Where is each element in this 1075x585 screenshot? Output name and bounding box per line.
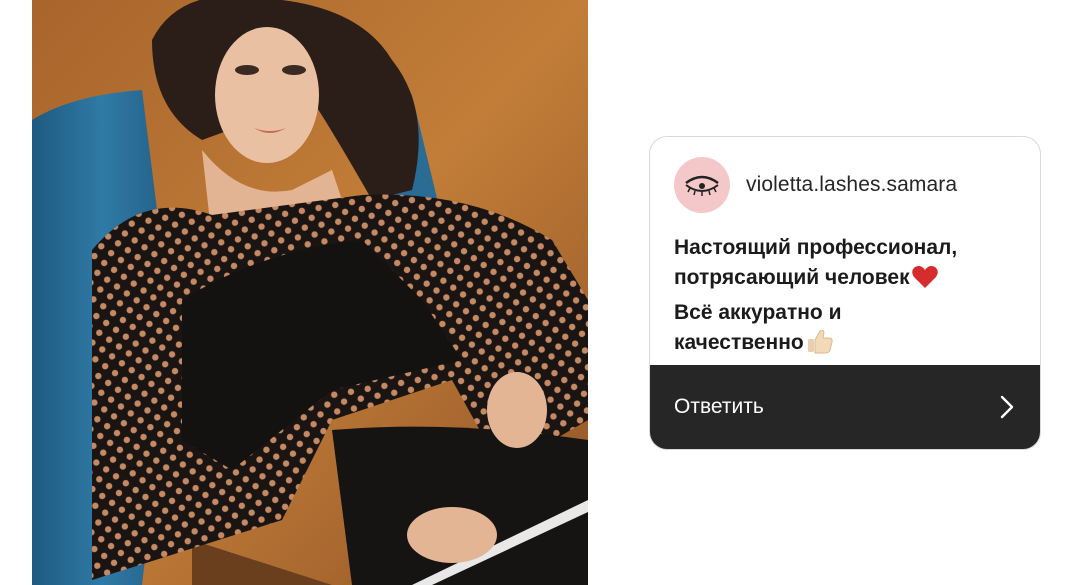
message-line: Всё аккуратно и	[674, 301, 842, 324]
red-heart-emoji-icon	[911, 265, 938, 298]
message-line-with-heart: потрясающий человек	[674, 263, 1024, 298]
story-reply-card: violetta.lashes.samara Настоящий професс…	[649, 136, 1041, 450]
reply-label: Ответить	[674, 395, 764, 418]
portrait-photo	[32, 0, 588, 585]
eyelash-logo-icon[interactable]	[674, 157, 730, 213]
reply-button[interactable]: Ответить	[650, 365, 1040, 449]
username[interactable]: violetta.lashes.samara	[746, 173, 957, 197]
story-reply-screenshot: violetta.lashes.samara Настоящий професс…	[0, 0, 1075, 585]
message-line: качественно	[674, 331, 804, 354]
chevron-right-icon	[1000, 395, 1014, 419]
reply-message: Настоящий профессионал, потрясающий чело…	[674, 233, 1024, 363]
message-line: потрясающий человек	[674, 266, 910, 289]
card-header: violetta.lashes.samara	[674, 155, 957, 215]
message-line: Настоящий профессионал,	[674, 236, 958, 259]
message-line-with-thumb: качественно	[674, 328, 1024, 363]
thumbs-up-emoji-icon	[806, 328, 834, 363]
